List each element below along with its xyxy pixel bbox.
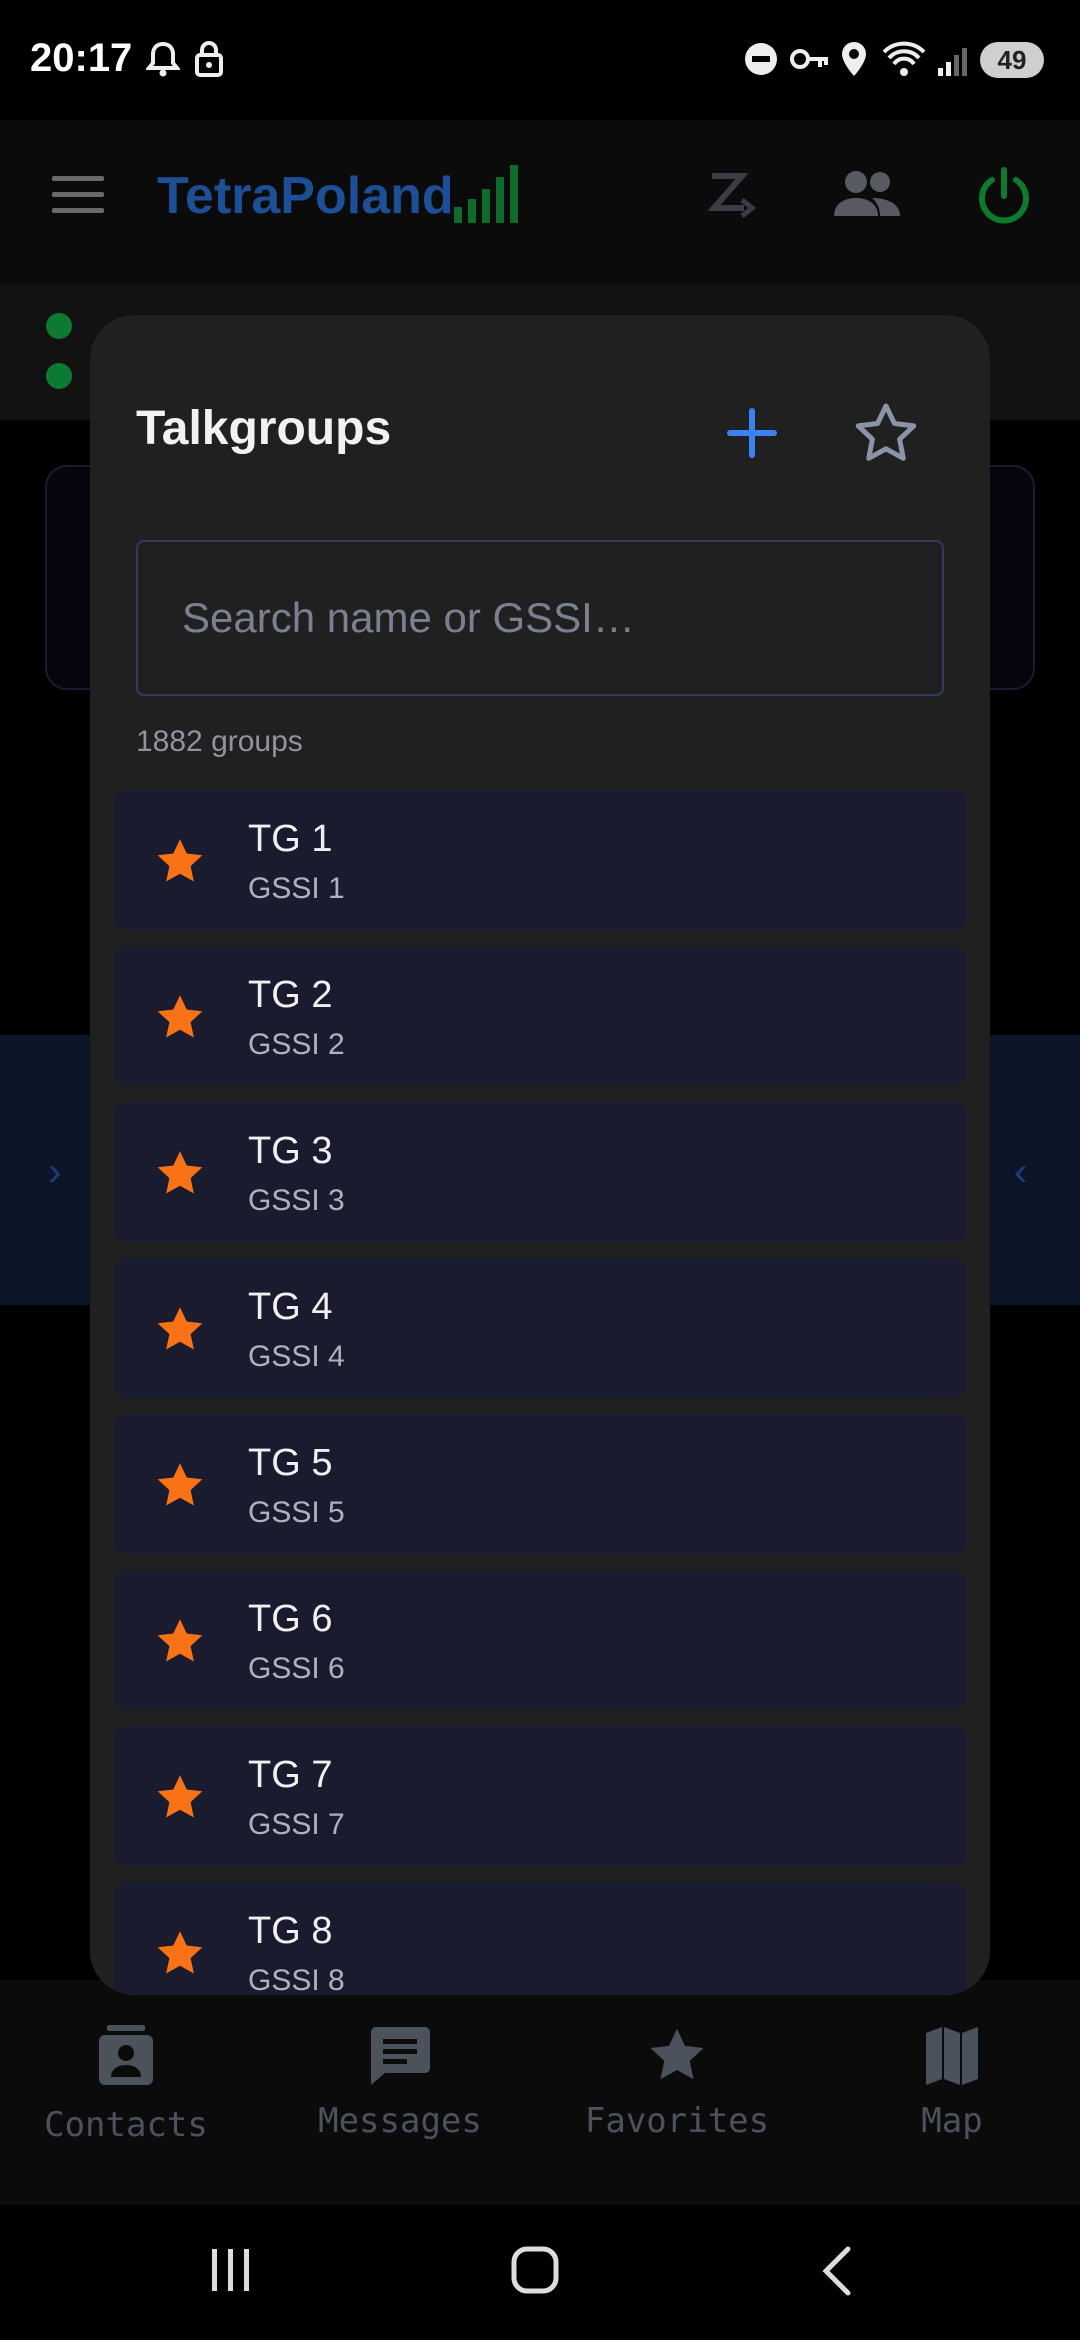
- chevron-right-icon[interactable]: ›: [48, 1150, 61, 1195]
- talkgroup-name: TG 3: [248, 1130, 333, 1172]
- people-icon[interactable]: [832, 166, 902, 222]
- app-title: TetraPoland: [157, 167, 454, 225]
- favorite-star-icon[interactable]: [154, 1928, 206, 1980]
- recent-apps-icon[interactable]: [208, 2247, 254, 2293]
- lock-icon: [195, 41, 223, 77]
- back-icon[interactable]: [820, 2245, 854, 2297]
- power-icon[interactable]: [976, 166, 1032, 226]
- status-time: 20:17: [30, 36, 133, 80]
- talkgroup-row[interactable]: TG 6 GSSI 6: [114, 1570, 966, 1710]
- favorites-filter-button[interactable]: [844, 391, 928, 475]
- talkgroup-gssi: GSSI 6: [248, 1652, 345, 1685]
- menu-icon[interactable]: [52, 176, 104, 216]
- status-bar: 20:17 49: [0, 0, 1080, 120]
- talkgroup-name: TG 7: [248, 1754, 333, 1796]
- favorite-star-icon[interactable]: [154, 1148, 206, 1200]
- nav-favorites[interactable]: Favorites: [552, 2025, 802, 2141]
- talkgroup-name: TG 8: [248, 1910, 333, 1952]
- talkgroup-row[interactable]: TG 8 GSSI 8: [114, 1882, 966, 1995]
- nav-messages[interactable]: Messages: [275, 2025, 525, 2141]
- favorite-star-icon[interactable]: [154, 1460, 206, 1512]
- talkgroup-row[interactable]: TG 4 GSSI 4: [114, 1258, 966, 1398]
- talkgroup-gssi: GSSI 2: [248, 1028, 345, 1061]
- battery-indicator: 49: [980, 42, 1044, 78]
- favorite-star-icon[interactable]: [154, 1616, 206, 1668]
- talkgroup-name: TG 2: [248, 974, 333, 1016]
- talkgroup-gssi: GSSI 4: [248, 1340, 345, 1373]
- signal-strength-icon: [454, 165, 518, 223]
- map-icon: [926, 2027, 978, 2085]
- talkgroups-dialog: Talkgroups 1882 groups TG 1 GSSI 1 TG 2 …: [90, 315, 990, 1995]
- home-icon[interactable]: [510, 2245, 560, 2295]
- messages-icon: [370, 2027, 430, 2085]
- dnd-icon: [745, 43, 777, 75]
- talkgroup-name: TG 1: [248, 818, 333, 860]
- scan-icon[interactable]: [706, 170, 762, 220]
- talkgroup-gssi: GSSI 1: [248, 872, 345, 905]
- favorite-star-icon[interactable]: [154, 1304, 206, 1356]
- talkgroup-name: TG 4: [248, 1286, 333, 1328]
- search-input[interactable]: [138, 542, 942, 694]
- favorite-star-icon[interactable]: [154, 836, 206, 888]
- add-talkgroup-button[interactable]: [710, 391, 794, 475]
- status-dot: [46, 313, 72, 339]
- alarm-icon: [146, 41, 180, 77]
- talkgroup-row[interactable]: TG 7 GSSI 7: [114, 1726, 966, 1866]
- talkgroup-row[interactable]: TG 1 GSSI 1: [114, 790, 966, 930]
- talkgroup-gssi: GSSI 5: [248, 1496, 345, 1529]
- group-count: 1882 groups: [136, 725, 303, 758]
- star-outline-icon: [855, 403, 917, 461]
- talkgroup-gssi: GSSI 8: [248, 1964, 345, 1995]
- plus-icon: [727, 408, 777, 458]
- star-icon: [650, 2028, 704, 2080]
- talkgroup-name: TG 6: [248, 1598, 333, 1640]
- favorite-star-icon[interactable]: [154, 1772, 206, 1824]
- chevron-left-icon[interactable]: ‹: [1014, 1150, 1027, 1195]
- wifi-icon: [882, 41, 926, 76]
- favorite-star-icon[interactable]: [154, 992, 206, 1044]
- system-navigation-bar: [0, 2205, 1080, 2340]
- nav-map[interactable]: Map: [827, 2025, 1077, 2141]
- talkgroup-gssi: GSSI 7: [248, 1808, 345, 1841]
- talkgroup-list: TG 1 GSSI 1 TG 2 GSSI 2 TG 3 GSSI 3 TG 4…: [114, 790, 966, 1995]
- talkgroup-name: TG 5: [248, 1442, 333, 1484]
- dialog-title: Talkgroups: [136, 402, 392, 455]
- talkgroup-row[interactable]: TG 3 GSSI 3: [114, 1102, 966, 1242]
- nav-contacts[interactable]: Contacts: [1, 2025, 251, 2145]
- talkgroup-row[interactable]: TG 2 GSSI 2: [114, 946, 966, 1086]
- cell-signal-icon: [938, 48, 967, 76]
- contacts-icon: [99, 2025, 153, 2085]
- status-dot: [46, 363, 72, 389]
- key-icon: [790, 49, 828, 69]
- search-field[interactable]: [136, 540, 944, 696]
- location-icon: [842, 42, 866, 76]
- talkgroup-row[interactable]: TG 5 GSSI 5: [114, 1414, 966, 1554]
- talkgroup-gssi: GSSI 3: [248, 1184, 345, 1217]
